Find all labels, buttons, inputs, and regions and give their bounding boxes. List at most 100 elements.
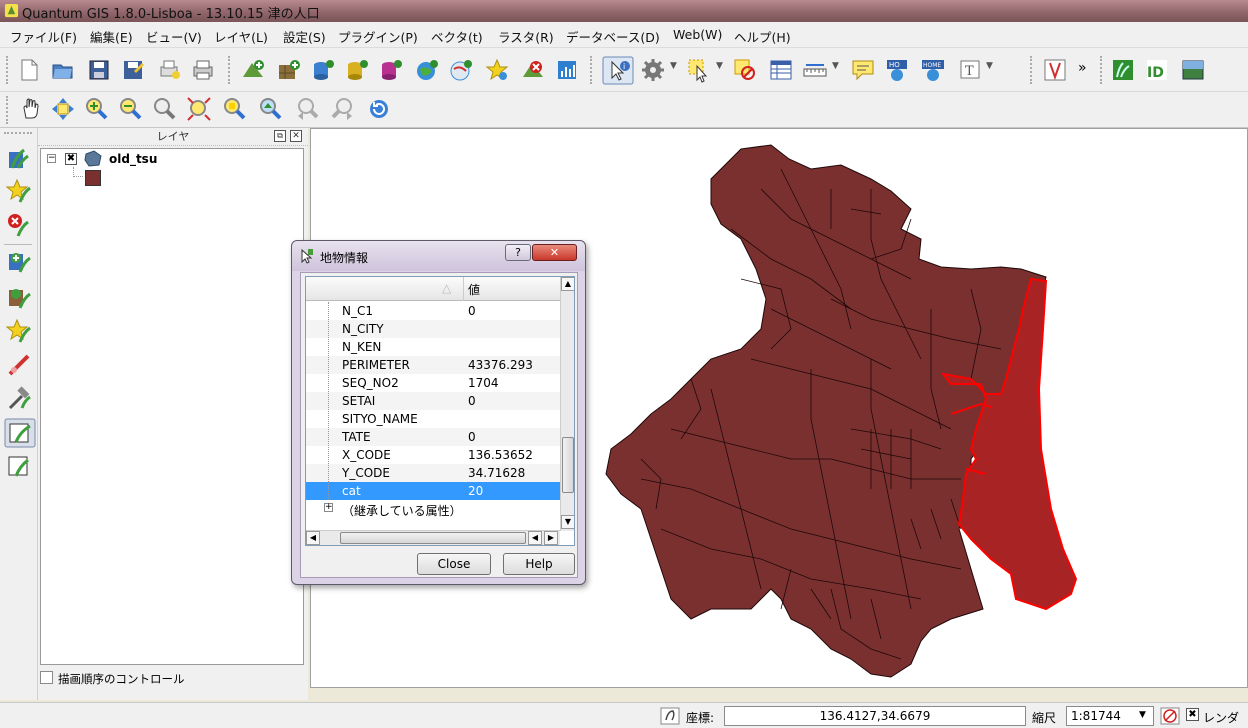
table-row[interactable]: N_C1 0 <box>306 302 560 320</box>
zoom-in-icon[interactable] <box>84 96 110 122</box>
render-order-checkbox[interactable] <box>40 671 53 684</box>
menu-database[interactable]: データベース(D) <box>566 27 660 46</box>
value-column-header[interactable]: 値 <box>468 281 480 298</box>
map-tips-icon[interactable] <box>554 57 580 83</box>
open-project-icon[interactable] <box>50 57 76 83</box>
chevron-down-icon[interactable]: ▼ <box>1139 710 1146 720</box>
zoom-out-icon[interactable] <box>118 96 144 122</box>
toolbar-grip[interactable] <box>6 96 10 124</box>
pan-to-selection-icon[interactable] <box>50 96 76 122</box>
add-spatialite-layer-icon[interactable] <box>344 57 370 83</box>
remove-layer-icon[interactable] <box>520 57 546 83</box>
vertical-scrollbar[interactable]: ▲ ▼ <box>560 277 574 531</box>
select-features-icon[interactable] <box>686 57 712 83</box>
save-as-icon[interactable] <box>120 57 146 83</box>
text-annotation-icon[interactable]: T <box>958 57 984 83</box>
crs-status-icon[interactable] <box>1160 707 1180 725</box>
scale-select[interactable]: 1:81744 ▼ <box>1066 706 1154 726</box>
city-districts-polygon[interactable] <box>605 144 1047 678</box>
table-row[interactable]: SEQ_NO2 1704 <box>306 374 560 392</box>
new-bookmark-icon[interactable]: HO <box>884 57 910 83</box>
menu-vector[interactable]: ベクタ(t) <box>431 27 483 46</box>
horizontal-scroll-thumb[interactable] <box>340 532 526 544</box>
menu-help[interactable]: ヘルプ(H) <box>734 27 791 46</box>
add-raster-layer-icon[interactable] <box>276 57 302 83</box>
add-raster-green-icon[interactable] <box>6 248 32 274</box>
menu-view[interactable]: ビュー(V) <box>146 27 202 46</box>
context-help-button[interactable]: ? <box>505 244 531 261</box>
dialog-title-bar[interactable]: 地物情報 ? ✕ <box>292 241 585 271</box>
help-button[interactable]: Help <box>503 553 575 575</box>
table-row[interactable]: SETAI 0 <box>306 392 560 410</box>
scroll-down-icon[interactable]: ▼ <box>561 515 574 529</box>
dropdown-arrow-icon[interactable]: ▼ <box>716 61 723 71</box>
toolbar-grip[interactable] <box>4 132 32 134</box>
deselect-features-icon[interactable] <box>732 57 758 83</box>
scroll-left-icon[interactable]: ◀ <box>306 531 320 545</box>
dropdown-arrow-icon[interactable]: ▼ <box>832 61 839 71</box>
grass-3d-icon[interactable]: ID <box>1144 57 1170 83</box>
scroll-up-icon[interactable]: ▲ <box>561 277 574 291</box>
collapse-toggle-icon[interactable]: − <box>47 154 56 163</box>
expand-toggle-icon[interactable]: + <box>324 503 333 512</box>
toolbar-grip[interactable] <box>1100 56 1104 84</box>
table-row[interactable]: Y_CODE 34.71628 <box>306 464 560 482</box>
menu-web[interactable]: Web(W) <box>673 27 722 42</box>
table-row[interactable]: TATE 0 <box>306 428 560 446</box>
menu-edit[interactable]: 編集(E) <box>90 27 133 46</box>
new-project-icon[interactable] <box>16 57 42 83</box>
table-row[interactable]: SITYO_NAME <box>306 410 560 428</box>
refresh-icon[interactable] <box>366 96 392 122</box>
zoom-next-icon[interactable] <box>330 96 356 122</box>
toolbar-grip[interactable] <box>6 56 10 84</box>
menu-plugins[interactable]: プラグイン(P) <box>338 27 418 46</box>
zoom-to-selection-icon[interactable] <box>222 96 248 122</box>
table-row[interactable]: X_CODE 136.53652 <box>306 446 560 464</box>
table-row[interactable]: PERIMETER 43376.293 <box>306 356 560 374</box>
scroll-thumb[interactable] <box>562 437 574 493</box>
raster-image-icon[interactable] <box>1180 57 1206 83</box>
menu-file[interactable]: ファイル(F) <box>10 27 77 46</box>
add-wfs-layer-icon[interactable] <box>448 57 474 83</box>
scroll-left-icon[interactable]: ◀ <box>528 531 542 545</box>
toggle-editing-icon[interactable] <box>4 418 36 448</box>
horizontal-scrollbar[interactable]: ◀ ◀ ▶ <box>306 530 560 545</box>
capture-feature-icon[interactable] <box>6 454 32 480</box>
show-bookmarks-icon[interactable]: HOME <box>920 57 946 83</box>
new-shapefile-layer-icon[interactable] <box>484 57 510 83</box>
georeferencer-icon[interactable] <box>6 352 32 378</box>
inherited-attributes-row[interactable]: + （継承している属性） <box>306 500 560 518</box>
new-spatialite-star-icon[interactable] <box>6 318 32 344</box>
toolbar-overflow-button[interactable]: » <box>1078 60 1087 76</box>
toolbar-grip[interactable] <box>590 56 594 84</box>
toolbar-grip[interactable] <box>228 56 232 84</box>
menu-layer[interactable]: レイヤ(L) <box>214 27 268 46</box>
grass-tools-icon[interactable] <box>1110 57 1136 83</box>
add-vector-layer-icon[interactable] <box>240 57 266 83</box>
remove-layer-icon[interactable] <box>6 212 32 238</box>
add-wms-layer-icon[interactable] <box>414 57 440 83</box>
close-panel-icon[interactable]: ✕ <box>290 130 302 142</box>
sort-indicator-icon[interactable]: △ <box>442 281 451 295</box>
print-icon[interactable] <box>190 57 216 83</box>
save-project-icon[interactable] <box>86 57 112 83</box>
float-panel-icon[interactable]: ⧉ <box>274 130 286 142</box>
attribute-table-icon[interactable] <box>768 57 794 83</box>
close-button[interactable]: Close <box>417 553 491 575</box>
new-layer-star-icon[interactable] <box>6 178 32 204</box>
coordinate-toggle-icon[interactable] <box>660 707 680 725</box>
menu-settings[interactable]: 設定(S) <box>283 27 326 46</box>
add-delimited-text-icon[interactable] <box>6 284 32 310</box>
zoom-full-icon[interactable] <box>186 96 212 122</box>
layer-visibility-checkbox[interactable]: ✖ <box>65 153 77 165</box>
print-composer-icon[interactable] <box>156 57 182 83</box>
layer-name[interactable]: old_tsu <box>109 152 157 166</box>
coordinate-field[interactable]: 136.4127,34.6679 <box>724 706 1026 726</box>
identify-features-icon[interactable]: i <box>602 56 634 85</box>
table-row[interactable]: N_CITY <box>306 320 560 338</box>
zoom-to-layer-icon[interactable] <box>258 96 284 122</box>
measure-line-icon[interactable] <box>802 57 828 83</box>
digitize-plugin-icon[interactable] <box>1042 57 1068 83</box>
table-row[interactable]: N_KEN <box>306 338 560 356</box>
table-row-selected[interactable]: cat 20 <box>306 482 560 500</box>
